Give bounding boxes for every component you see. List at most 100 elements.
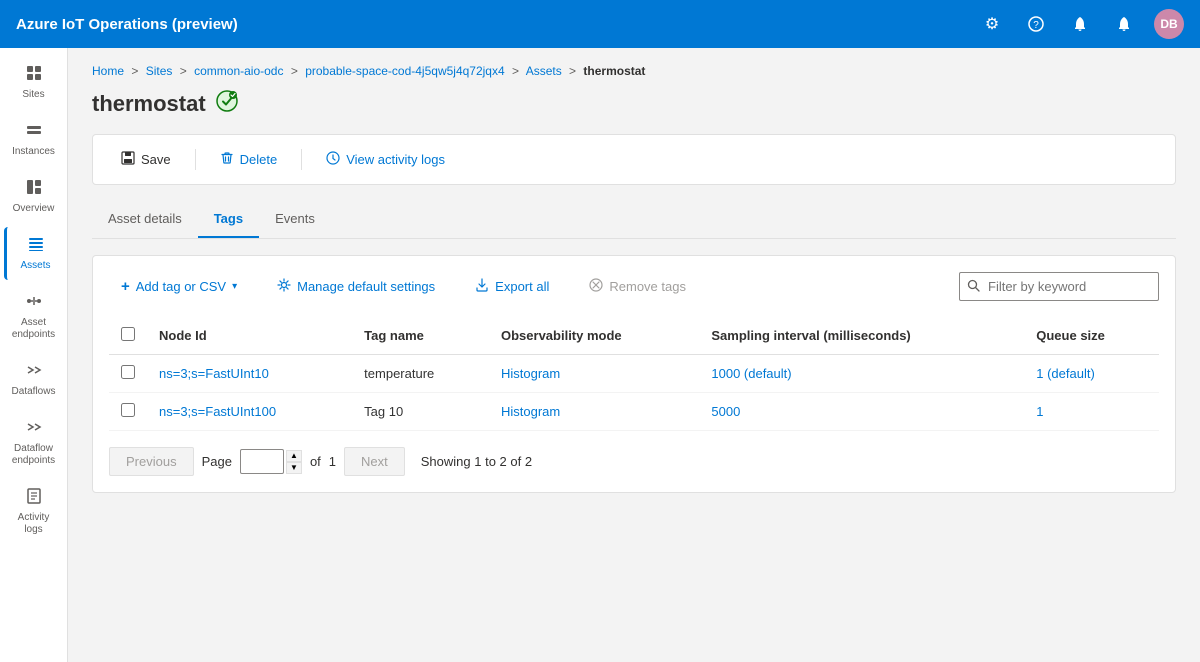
row-checkbox-1[interactable] xyxy=(121,403,135,417)
manage-settings-icon xyxy=(277,278,291,295)
settings-button[interactable]: ⚙ xyxy=(978,10,1006,38)
instances-icon xyxy=(25,121,43,142)
view-activity-icon xyxy=(326,151,340,168)
toolbar-divider-1 xyxy=(195,149,196,170)
remove-icon xyxy=(589,278,603,295)
node-id-link-1[interactable]: ns=3;s=FastUInt100 xyxy=(159,404,276,419)
col-header-tag-name: Tag name xyxy=(352,317,489,355)
tab-asset-details[interactable]: Asset details xyxy=(92,201,198,238)
tags-table: Node Id Tag name Observability mode Samp… xyxy=(109,317,1159,431)
save-label: Save xyxy=(141,152,171,167)
row-tag-name: temperature xyxy=(352,355,489,393)
sidebar-item-dataflows-label: Dataflows xyxy=(12,386,56,398)
asset-tabs: Asset details Tags Events xyxy=(92,201,1176,239)
page-title: thermostat xyxy=(92,91,206,117)
dataflow-endpoints-icon xyxy=(25,418,43,439)
tab-tags[interactable]: Tags xyxy=(198,201,259,238)
sidebar: Sites Instances Overview Assets Asset en xyxy=(0,48,68,662)
app-layout: Sites Instances Overview Assets Asset en xyxy=(0,48,1200,662)
breadcrumb-cluster[interactable]: probable-space-cod-4j5qw5j4q72jqx4 xyxy=(305,64,504,78)
sidebar-item-overview-label: Overview xyxy=(13,203,55,215)
sidebar-item-instances[interactable]: Instances xyxy=(4,113,64,166)
select-all-checkbox[interactable] xyxy=(121,327,135,341)
add-tag-label: Add tag or CSV xyxy=(136,279,226,294)
node-id-link-0[interactable]: ns=3;s=FastUInt10 xyxy=(159,366,269,381)
breadcrumb-sep-3: > xyxy=(291,64,298,78)
table-row: ns=3;s=FastUInt100 Tag 10 Histogram 5000… xyxy=(109,393,1159,431)
row-observability: Histogram xyxy=(489,393,699,431)
row-node-id: ns=3;s=FastUInt10 xyxy=(147,355,352,393)
breadcrumb-current: thermostat xyxy=(583,64,645,78)
row-queue-size: 1 xyxy=(1024,393,1159,431)
sidebar-item-assets-label: Assets xyxy=(20,260,50,272)
of-value: 1 xyxy=(329,454,336,469)
page-number-input[interactable]: 1 xyxy=(240,449,284,474)
export-label: Export all xyxy=(495,279,549,294)
nav-icons: ⚙ ? DB xyxy=(978,9,1184,39)
export-button[interactable]: Export all xyxy=(463,272,561,301)
col-header-sampling: Sampling interval (milliseconds) xyxy=(699,317,1024,355)
sites-icon xyxy=(25,64,43,85)
row-checkbox-0[interactable] xyxy=(121,365,135,379)
breadcrumb-sites[interactable]: Sites xyxy=(146,64,173,78)
breadcrumb-assets[interactable]: Assets xyxy=(526,64,562,78)
table-header-row: Node Id Tag name Observability mode Samp… xyxy=(109,317,1159,355)
sidebar-item-assets[interactable]: Assets xyxy=(4,227,64,280)
activity-logs-icon xyxy=(25,487,43,508)
toolbar-divider-2 xyxy=(301,149,302,170)
breadcrumb-sep-4: > xyxy=(512,64,519,78)
tags-toolbar: + Add tag or CSV ▾ Manage default settin… xyxy=(109,272,1159,301)
breadcrumb-sep-1: > xyxy=(131,64,138,78)
manage-settings-label: Manage default settings xyxy=(297,279,435,294)
page-input-wrap: 1 ▲ ▼ xyxy=(240,449,302,474)
breadcrumb-sep-5: > xyxy=(569,64,576,78)
breadcrumb-home[interactable]: Home xyxy=(92,64,124,78)
breadcrumb-common-aio-odc[interactable]: common-aio-odc xyxy=(194,64,283,78)
main-content: Home > Sites > common-aio-odc > probable… xyxy=(68,48,1200,662)
sidebar-item-activity-logs-label: Activity logs xyxy=(8,512,60,536)
col-header-queue-size: Queue size xyxy=(1024,317,1159,355)
remove-tags-button[interactable]: Remove tags xyxy=(577,272,698,301)
table-row: ns=3;s=FastUInt10 temperature Histogram … xyxy=(109,355,1159,393)
notification-button[interactable] xyxy=(1066,10,1094,38)
page-up-button[interactable]: ▲ xyxy=(286,450,302,462)
svg-text:?: ? xyxy=(1033,20,1039,31)
manage-settings-button[interactable]: Manage default settings xyxy=(265,272,447,301)
filter-input-wrap xyxy=(959,272,1159,301)
sidebar-item-activity-logs[interactable]: Activity logs xyxy=(4,479,64,544)
col-header-observability: Observability mode xyxy=(489,317,699,355)
col-header-node-id: Node Id xyxy=(147,317,352,355)
breadcrumb-sep-2: > xyxy=(180,64,187,78)
sidebar-item-asset-endpoints[interactable]: Asset endpoints xyxy=(4,284,64,349)
row-sampling: 1000 (default) xyxy=(699,355,1024,393)
sidebar-item-instances-label: Instances xyxy=(12,146,55,158)
connected-status-icon xyxy=(216,90,238,118)
sidebar-item-overview[interactable]: Overview xyxy=(4,170,64,223)
add-tag-button[interactable]: + Add tag or CSV ▾ xyxy=(109,272,249,301)
pagination: Previous Page 1 ▲ ▼ of 1 Next Showing 1 … xyxy=(109,447,1159,476)
sidebar-item-dataflow-endpoints-label: Dataflow endpoints xyxy=(8,443,60,467)
row-checkbox-cell xyxy=(109,393,147,431)
next-button[interactable]: Next xyxy=(344,447,405,476)
sidebar-item-dataflow-endpoints[interactable]: Dataflow endpoints xyxy=(4,410,64,475)
top-navigation: Azure IoT Operations (preview) ⚙ ? DB xyxy=(0,0,1200,48)
delete-button[interactable]: Delete xyxy=(208,145,290,174)
delete-label: Delete xyxy=(240,152,278,167)
sidebar-item-dataflows[interactable]: Dataflows xyxy=(4,353,64,406)
previous-button[interactable]: Previous xyxy=(109,447,194,476)
help-button[interactable]: ? xyxy=(1022,10,1050,38)
view-activity-button[interactable]: View activity logs xyxy=(314,145,457,174)
filter-input[interactable] xyxy=(959,272,1159,301)
sidebar-item-sites[interactable]: Sites xyxy=(4,56,64,109)
page-down-button[interactable]: ▼ xyxy=(286,462,302,474)
avatar[interactable]: DB xyxy=(1154,9,1184,39)
alert-button[interactable] xyxy=(1110,10,1138,38)
tab-events[interactable]: Events xyxy=(259,201,331,238)
sidebar-item-asset-endpoints-label: Asset endpoints xyxy=(8,317,60,341)
of-label: of xyxy=(310,454,321,469)
row-sampling: 5000 xyxy=(699,393,1024,431)
remove-tags-label: Remove tags xyxy=(609,279,686,294)
showing-text: Showing 1 to 2 of 2 xyxy=(421,454,532,469)
breadcrumb: Home > Sites > common-aio-odc > probable… xyxy=(92,64,1176,78)
save-button[interactable]: Save xyxy=(109,145,183,174)
